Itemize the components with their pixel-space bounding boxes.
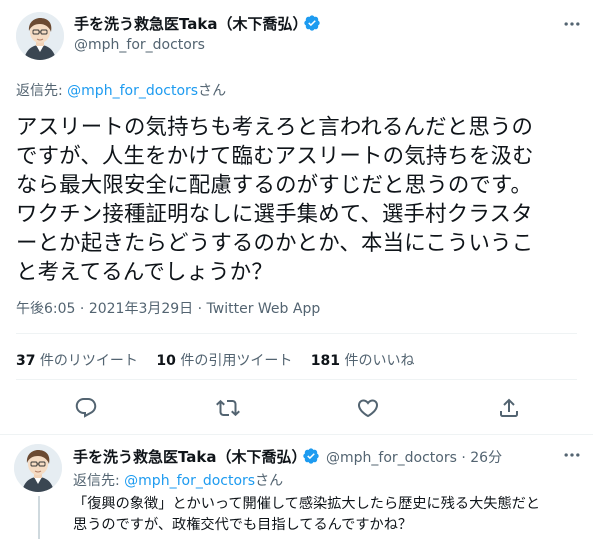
more-options-icon[interactable]	[562, 14, 582, 39]
tweet-text-line: ですが、人生をかけて臨むアスリートの気持ちを汲む	[16, 144, 534, 169]
avatar[interactable]	[16, 12, 64, 60]
tweet-text-line: と考えてるんでしょうか？	[16, 260, 273, 285]
meta-separator: ·	[75, 301, 89, 317]
thread-line	[38, 496, 40, 539]
reply-time[interactable]: · 26分	[461, 450, 502, 466]
retweets-stat[interactable]: 37 件のリツイート	[16, 353, 138, 369]
tweet-text-line: アスリートの気持ちも考えろと言われるんだと思うの	[16, 115, 534, 140]
reply-text-line: 「復興の象徴」とかいって開催して感染拡大したら歴史に残る大失態だと	[73, 496, 541, 512]
reply-to-suffix: さん	[198, 83, 227, 99]
retweets-label: 件のリツイート	[35, 353, 138, 369]
reply-reply-to-prefix: 返信先:	[73, 473, 125, 489]
tweet-actions	[0, 393, 593, 423]
tweet-text: アスリートの気持ちも考えろと言われるんだと思うの ですが、人生をかけて臨むアスリ…	[16, 113, 576, 287]
tweet-date[interactable]: 2021年3月29日	[89, 301, 193, 317]
tweet-time[interactable]: 午後6:05	[16, 301, 75, 317]
reply-avatar[interactable]	[14, 444, 62, 492]
tweet-stats: 37 件のリツイート 10 件の引用ツイート 181 件のいいね	[16, 350, 428, 370]
meta-separator: ·	[193, 301, 207, 317]
quotes-label: 件の引用ツイート	[175, 353, 293, 369]
share-icon[interactable]	[494, 393, 524, 423]
verified-badge-icon	[303, 14, 321, 36]
divider	[16, 333, 577, 334]
reply-display-name[interactable]: 手を洗う救急医Taka（木下喬弘）	[73, 446, 307, 467]
tweet-text-line: ーとか起きたらどうするのかとか、本当にこういうこ	[16, 231, 534, 256]
reply-more-options-icon[interactable]	[562, 445, 582, 470]
likes-label: 件のいいね	[340, 353, 415, 369]
tweet-text-line: なら最大限安全に配慮するのがすじだと思うのです。	[16, 173, 533, 198]
reply-icon[interactable]	[71, 393, 101, 423]
quotes-stat[interactable]: 10 件の引用ツイート	[156, 353, 292, 369]
retweets-count: 37	[16, 353, 36, 369]
quotes-count: 10	[156, 353, 176, 369]
likes-stat[interactable]: 181 件のいいね	[311, 353, 415, 369]
display-name[interactable]: 手を洗う救急医Taka（木下喬弘）	[74, 13, 308, 34]
reply-text: 「復興の象徴」とかいって開催して感染拡大したら歴史に残る大失態だと 思うのですが…	[73, 494, 578, 536]
tweet-meta: 午後6:05 · 2021年3月29日 · Twitter Web App	[16, 298, 320, 318]
likes-count: 181	[310, 353, 341, 369]
divider	[16, 379, 577, 380]
reply-reply-to: 返信先: @mph_for_doctorsさん	[73, 470, 283, 490]
handle[interactable]: @mph_for_doctors	[74, 37, 205, 53]
tweet-source[interactable]: Twitter Web App	[207, 301, 321, 317]
reply-text-line: 思うのですが、政権交代でも目指してるんですかね？	[73, 517, 413, 533]
reply-handle[interactable]: @mph_for_doctors · 26分	[326, 447, 502, 467]
like-icon[interactable]	[353, 393, 383, 423]
reply-verified-badge-icon	[302, 447, 320, 469]
tweet-separator	[0, 434, 593, 435]
tweet-text-line: ワクチン接種証明なしに選手集めて、選手村クラスタ	[16, 202, 533, 227]
reply-to-handle-link[interactable]: @mph_for_doctors	[67, 83, 198, 99]
reply-to: 返信先: @mph_for_doctorsさん	[16, 80, 226, 100]
reply-to-prefix: 返信先:	[16, 83, 68, 99]
reply-reply-to-handle-link[interactable]: @mph_for_doctors	[124, 473, 255, 489]
reply-reply-to-suffix: さん	[255, 473, 284, 489]
reply-handle-text: @mph_for_doctors	[326, 450, 457, 466]
retweet-icon[interactable]	[213, 393, 243, 423]
